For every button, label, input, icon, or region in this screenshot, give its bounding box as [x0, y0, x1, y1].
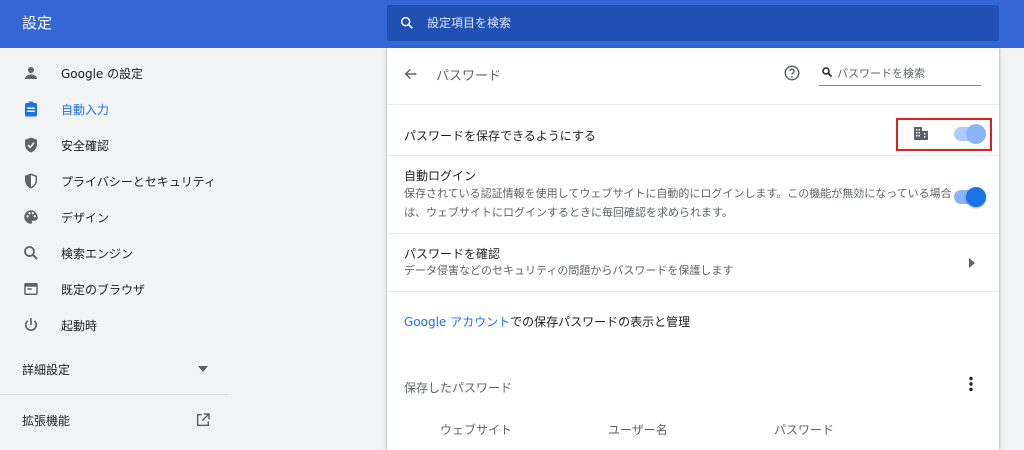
page-title: パスワード [436, 69, 502, 84]
sidebar-item-label: 起動時 [61, 319, 98, 333]
clipboard-icon [25, 101, 37, 117]
sidebar-item-default-browser[interactable]: 既定のブラウザ [0, 271, 228, 307]
sidebar-item-label: Google の設定 [61, 67, 144, 81]
column-header-password: パスワード [774, 423, 835, 437]
sidebar-item-label: 自動入力 [61, 103, 110, 117]
row-divider [387, 233, 999, 234]
settings-search-box[interactable] [387, 5, 999, 41]
sidebar-extensions[interactable]: 拡張機能 [22, 412, 70, 429]
saved-passwords-title: 保存したパスワード [404, 381, 513, 395]
search-icon [24, 246, 38, 260]
settings-search-input[interactable] [427, 5, 987, 41]
sidebar-divider [0, 394, 228, 395]
account-manage-line: Google アカウントでの保存パスワードの表示と管理 [404, 313, 690, 330]
sidebar-item-label: 安全確認 [61, 139, 110, 153]
account-manage-suffix: での保存パスワードの表示と管理 [510, 315, 691, 329]
column-header-username: ユーザー名 [608, 423, 668, 437]
sidebar-item-appearance[interactable]: デザイン [0, 199, 228, 235]
help-icon[interactable] [783, 64, 801, 82]
open-in-new-icon[interactable] [195, 412, 211, 428]
offer-to-save-label: パスワードを保存できるようにする [404, 129, 596, 143]
sidebar-item-label: プライバシーとセキュリティ [61, 175, 217, 189]
auto-signin-toggle[interactable] [954, 187, 986, 207]
sidebar-item-label: デザイン [61, 211, 110, 225]
sidebar-item-label: 検索エンジン [61, 247, 134, 261]
toggle-knob [966, 187, 986, 207]
auto-signin-description: 保存されている認証情報を使用してウェブサイトに自動的にログインします。この機能が… [404, 187, 952, 219]
app-title: 設定 [22, 14, 53, 32]
shield-icon [25, 173, 37, 189]
sidebar-item-on-startup[interactable]: 起動時 [0, 307, 228, 343]
sidebar-item-safety-check[interactable]: 安全確認 [0, 127, 228, 163]
check-passwords-description: データ侵害などのセキュリティの問題からパスワードを保護します [404, 264, 734, 277]
check-passwords-label: パスワードを確認 [404, 247, 501, 261]
row-divider [387, 291, 999, 292]
top-toolbar: 設定 [0, 0, 1024, 48]
google-account-link[interactable]: Google アカウント [404, 315, 510, 329]
password-search-box[interactable] [819, 60, 981, 86]
caret-down-icon[interactable] [198, 366, 208, 372]
sidebar-item-google-settings[interactable]: Google の設定 [0, 55, 228, 91]
sidebar-item-search-engine[interactable]: 検索エンジン [0, 235, 228, 271]
column-header-website: ウェブサイト [440, 423, 513, 437]
enterprise-building-icon [914, 127, 928, 140]
chevron-right-icon [969, 258, 975, 268]
sidebar-item-label: 既定のブラウザ [61, 283, 146, 297]
sidebar-item-privacy-security[interactable]: プライバシーとセキュリティ [0, 163, 228, 199]
auto-signin-label: 自動ログイン [404, 169, 477, 183]
palette-icon [24, 210, 38, 224]
offer-to-save-toggle[interactable] [954, 124, 986, 144]
sidebar-item-autofill[interactable]: 自動入力 [0, 91, 228, 127]
password-search-input[interactable] [837, 64, 977, 82]
toggle-knob [966, 124, 986, 144]
sidebar-advanced[interactable]: 詳細設定 [22, 361, 70, 378]
person-icon [25, 67, 37, 79]
browser-icon [24, 283, 38, 295]
row-divider [387, 155, 999, 156]
more-vert-icon[interactable] [968, 376, 974, 392]
passwords-card: パスワード パスワードを保存できるようにする 自動ログイン 保存されている認証情… [387, 48, 999, 450]
sidebar: Google の設定 自動入力 安全確認 プライバシーとセキュリティ デザイン … [0, 48, 228, 450]
shield-check-icon [25, 137, 37, 153]
search-icon [400, 16, 413, 29]
power-icon [25, 318, 37, 331]
row-divider [387, 104, 999, 105]
search-icon [822, 67, 833, 78]
back-arrow-icon[interactable] [403, 66, 419, 82]
